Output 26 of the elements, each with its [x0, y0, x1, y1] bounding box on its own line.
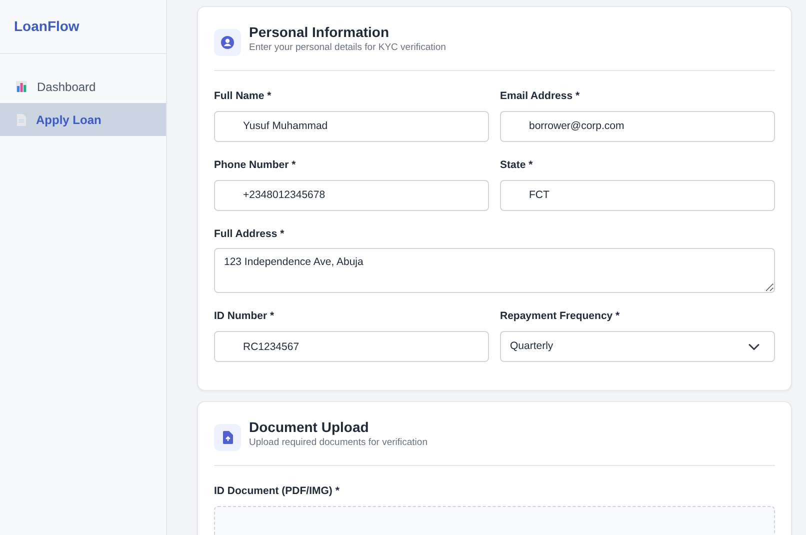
- document-icon: [16, 114, 26, 126]
- section-title: Personal Information: [249, 23, 390, 41]
- file-upload-icon: [214, 424, 241, 451]
- field-label: ID Number *: [214, 309, 276, 324]
- field-label: Email Address *: [500, 89, 581, 104]
- section-title: Document Upload: [249, 418, 370, 436]
- field-label: Full Name *: [214, 89, 272, 104]
- section-subtitle: Upload required documents for verification: [249, 436, 428, 450]
- sidebar-item[interactable]: Apply Loan: [0, 103, 166, 136]
- field-label: State *: [500, 158, 534, 173]
- sidebar-item[interactable]: Dashboard: [0, 70, 166, 103]
- select-dropdown[interactable]: Quarterly: [500, 331, 775, 362]
- input-field[interactable]: Yusuf Muhammad: [214, 110, 489, 142]
- input-field[interactable]: borrower@corp.com: [500, 110, 775, 142]
- field-label: Repayment Frequency *: [500, 309, 621, 324]
- address-textarea[interactable]: 123 Independence Ave, Abuja: [214, 248, 775, 294]
- user-icon: [214, 29, 241, 56]
- section-subtitle: Enter your personal details for KYC verification: [249, 41, 446, 55]
- input-field[interactable]: +2348012345678: [214, 180, 489, 210]
- field-label: ID Document (PDF/IMG) *: [214, 484, 340, 499]
- input-field[interactable]: RC1234567: [214, 331, 489, 362]
- input-field[interactable]: FCT: [500, 180, 775, 210]
- brand-logo: LoanFlow: [0, 0, 166, 54]
- bar-chart-icon: [16, 81, 27, 92]
- field-label: Full Address *: [214, 226, 286, 242]
- field-label: Phone Number *: [214, 158, 297, 173]
